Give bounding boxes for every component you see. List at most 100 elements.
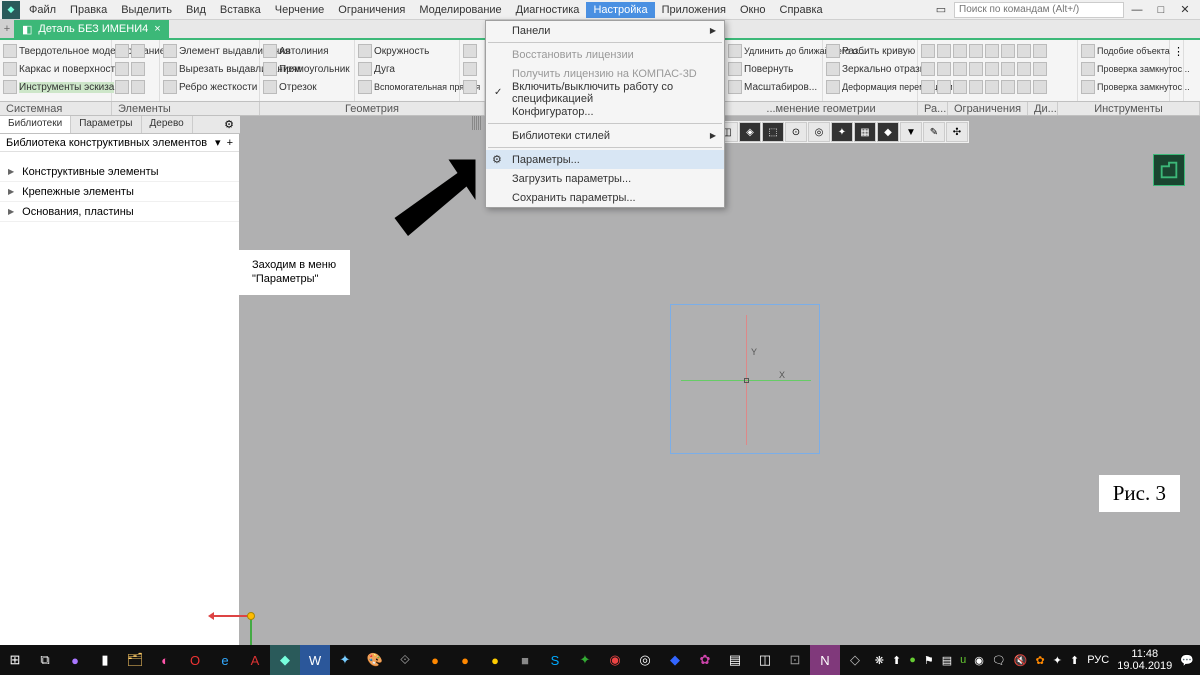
tray-icon[interactable]: 🗨 — [992, 654, 1006, 667]
vt-btn[interactable]: ⊙ — [785, 122, 807, 142]
tray-icon[interactable]: ❋ — [875, 654, 884, 667]
rb-chamfer[interactable] — [463, 42, 481, 60]
dm-configurator[interactable]: Конфигуратор... — [486, 102, 724, 121]
tb-app[interactable]: ✿ — [690, 645, 720, 675]
rf-diag[interactable]: Ди... — [1028, 102, 1058, 115]
tb-kompas[interactable]: ◆ — [270, 645, 300, 675]
tb-autocad[interactable]: A — [240, 645, 270, 675]
vt-btn[interactable]: ◆ — [877, 122, 899, 142]
tool-icon[interactable] — [115, 80, 129, 94]
tool-icon[interactable] — [937, 62, 951, 76]
side-tab-libs[interactable]: Библиотеки — [0, 116, 71, 133]
document-tab[interactable]: ◧ Деталь БЕЗ ИМЕНИ4 × — [14, 20, 169, 38]
tool-icon[interactable] — [985, 44, 999, 58]
menu-select[interactable]: Выделить — [114, 2, 179, 18]
tool-icon[interactable] — [985, 80, 999, 94]
tool-icon[interactable] — [921, 44, 935, 58]
tool-icon[interactable] — [1017, 80, 1031, 94]
tb-word[interactable]: W — [300, 645, 330, 675]
tray-icon[interactable]: ⬆ — [1070, 654, 1079, 667]
vt-btn[interactable]: ▦ — [854, 122, 876, 142]
menu-edit[interactable]: Правка — [63, 2, 114, 18]
vt-btn[interactable]: ▼ — [900, 122, 922, 142]
tb-app[interactable]: ⊡ — [780, 645, 810, 675]
tray-icon[interactable]: ✿ — [1036, 654, 1045, 667]
tb-app[interactable]: ◇ — [840, 645, 870, 675]
rb-project[interactable] — [463, 78, 481, 96]
tool-icon[interactable] — [131, 62, 145, 76]
tb-app[interactable]: ▤ — [720, 645, 750, 675]
tool-icon[interactable] — [1001, 62, 1015, 76]
tb-explorer[interactable]: 🗂 — [120, 645, 150, 675]
rb-rotate[interactable]: Повернуть — [728, 60, 819, 78]
menu-view[interactable]: Вид — [179, 2, 213, 18]
vt-btn[interactable]: ⬚ — [762, 122, 784, 142]
rf-system[interactable]: Системная — [0, 102, 112, 115]
menu-help[interactable]: Справка — [773, 2, 830, 18]
dm-load-params[interactable]: Загрузить параметры... — [486, 169, 724, 188]
rb-solid-modeling[interactable]: Твердотельное моделирование — [3, 42, 108, 60]
rb-circle[interactable]: Окружность — [358, 42, 456, 60]
maximize-button[interactable]: □ — [1150, 2, 1172, 18]
tool-icon[interactable] — [985, 62, 999, 76]
tool-icon[interactable] — [1001, 44, 1015, 58]
rb-auxline[interactable]: Вспомогательная прямая — [358, 78, 456, 96]
tray-icon[interactable]: 🔇 — [1014, 654, 1028, 667]
tool-icon[interactable] — [1033, 62, 1047, 76]
tb-app[interactable]: ● — [420, 645, 450, 675]
vt-btn[interactable]: ◈ — [739, 122, 761, 142]
tool-icon[interactable] — [1017, 44, 1031, 58]
tb-app[interactable]: ⟐ — [390, 645, 420, 675]
menu-insert[interactable]: Вставка — [213, 2, 268, 18]
drag-handle[interactable] — [472, 116, 482, 130]
tool-icon[interactable] — [1017, 62, 1031, 76]
tool-icon[interactable] — [921, 62, 935, 76]
tool-icon[interactable] — [953, 44, 967, 58]
side-tab-params[interactable]: Параметры — [71, 116, 141, 133]
tb-chrome[interactable]: ◎ — [630, 645, 660, 675]
tb-skype[interactable]: S — [540, 645, 570, 675]
tray-icon[interactable]: u — [960, 654, 966, 666]
dm-parameters[interactable]: ⚙Параметры... — [486, 150, 724, 169]
tree-item-bases[interactable]: ▶Основания, пластины — [0, 202, 239, 222]
rb-wireframe[interactable]: Каркас и поверхности — [3, 60, 108, 78]
tb-app[interactable]: ◐ — [150, 645, 180, 675]
tb-language[interactable]: РУС — [1087, 654, 1109, 666]
rf-dim[interactable]: Ра... — [918, 102, 948, 115]
tb-onenote[interactable]: N — [810, 645, 840, 675]
tb-app[interactable]: ◫ — [750, 645, 780, 675]
menu-window[interactable]: Окно — [733, 2, 773, 18]
tool-icon[interactable] — [115, 44, 129, 58]
menu-settings[interactable]: Настройка — [586, 2, 654, 18]
rb-fillet[interactable] — [463, 60, 481, 78]
rb-arc[interactable]: Дуга — [358, 60, 456, 78]
dm-save-params[interactable]: Сохранить параметры... — [486, 188, 724, 207]
tray-icon[interactable]: ⬆ — [892, 654, 901, 667]
rb-deform[interactable]: Деформация перемещением — [826, 78, 914, 96]
sketch-mode-icon[interactable] — [1153, 154, 1185, 186]
rb-extrude[interactable]: Элемент выдавливания — [163, 42, 256, 60]
canvas-viewport[interactable]: ⟲ ◫ ◈ ⬚ ⊙ ◎ ✦ ▦ ◆ ▼ ✎ ✣ Y X — [240, 134, 1200, 645]
tool-icon[interactable] — [131, 44, 145, 58]
tool-icon[interactable] — [937, 44, 951, 58]
tool-icon[interactable] — [969, 44, 983, 58]
vt-btn[interactable]: ◎ — [808, 122, 830, 142]
tb-app[interactable]: ✦ — [570, 645, 600, 675]
rb-scale[interactable]: Масштабиров... — [728, 78, 819, 96]
tool-icon[interactable] — [953, 80, 967, 94]
dm-style-libs[interactable]: Библиотеки стилей▶ — [486, 126, 724, 145]
vt-btn[interactable]: ✎ — [923, 122, 945, 142]
rf-geometry[interactable]: Геометрия — [260, 102, 485, 115]
menu-drafting[interactable]: Черчение — [268, 2, 332, 18]
tab-close-icon[interactable]: × — [154, 23, 160, 35]
ribbon-expand[interactable]: ⋮ — [1173, 42, 1180, 60]
tool-icon[interactable] — [969, 62, 983, 76]
menu-file[interactable]: Файл — [22, 2, 63, 18]
start-button[interactable]: ⊞ — [0, 645, 30, 675]
rf-constraints[interactable]: Ограничения — [948, 102, 1028, 115]
rb-split[interactable]: Разбить кривую — [826, 42, 914, 60]
tb-paint[interactable]: 🎨 — [360, 645, 390, 675]
tb-app[interactable]: ■ — [510, 645, 540, 675]
rf-edit-geom[interactable]: ...менение геометрии — [725, 102, 918, 115]
minimize-button[interactable]: — — [1126, 2, 1148, 18]
